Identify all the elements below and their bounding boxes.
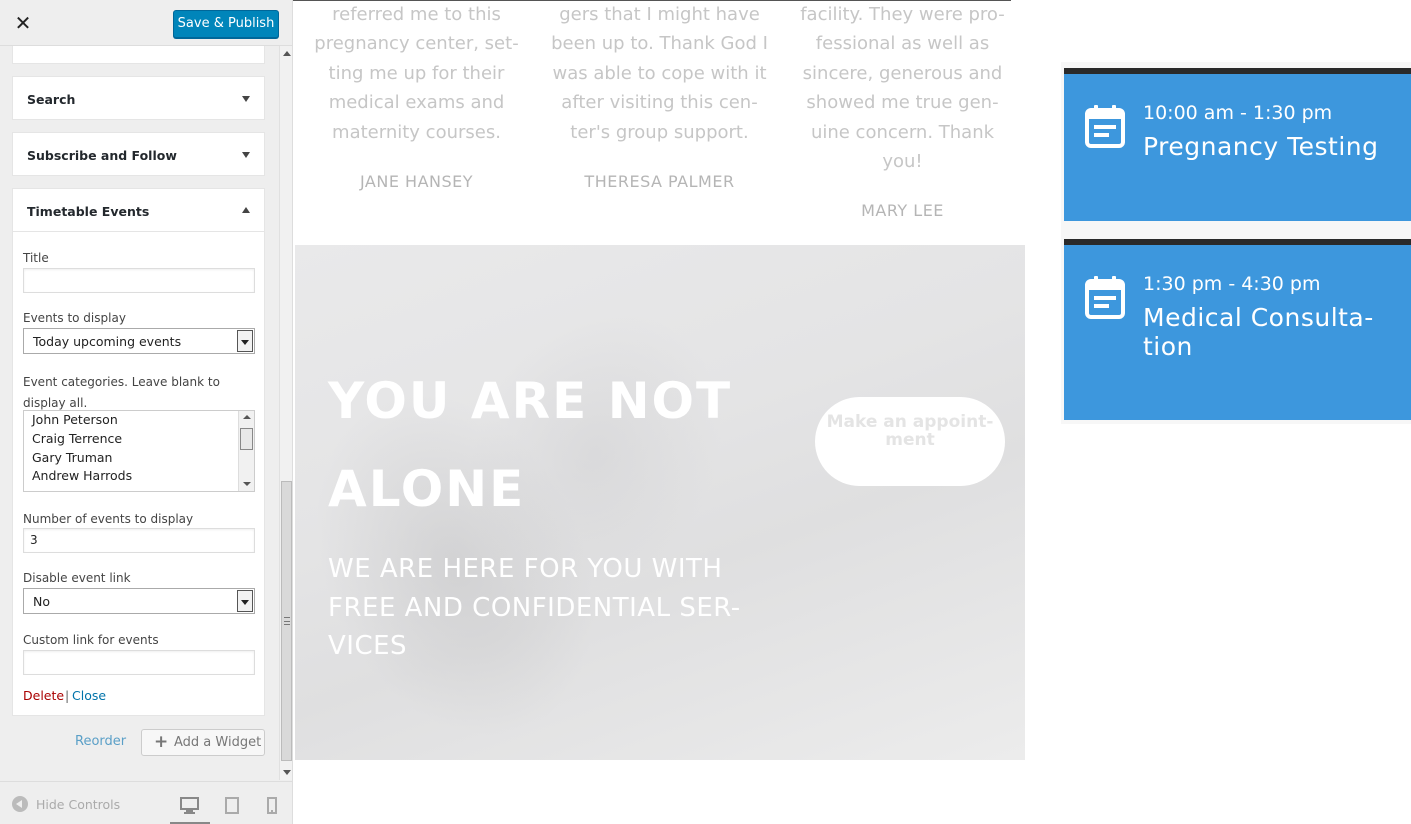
testimonial-author: MARY LEE [861, 201, 944, 220]
link-separator: | [65, 688, 70, 703]
event-card[interactable]: 10:00 am - 1:30 pm Pregnancy Testing [1064, 68, 1411, 221]
scroll-thumb[interactable] [240, 428, 253, 450]
event-categories-multiselect[interactable]: John Peterson Craig Terrence Gary Truman… [23, 410, 255, 492]
category-option[interactable]: John Peterson [24, 411, 254, 430]
event-title[interactable]: Medical Consulta-tion [1143, 303, 1383, 361]
hide-controls-button[interactable]: Hide Controls [12, 796, 120, 812]
number-of-events-label: Number of events to display [23, 512, 194, 526]
widgets-panel[interactable]: Search Subscribe and Follow Timetable Ev… [0, 46, 280, 781]
reorder-link[interactable]: Reorder [75, 734, 126, 749]
dropdown-arrow-icon[interactable] [237, 330, 253, 352]
events-to-display-select[interactable]: Today upcoming events [23, 328, 255, 354]
calendar-icon [1085, 276, 1125, 319]
select-value: No [33, 594, 50, 609]
widget-timetable-events: Timetable Events Title Events to display… [12, 188, 265, 716]
testimonial-author: JANE HANSEY [359, 172, 474, 191]
close-widget-link[interactable]: Close [72, 688, 106, 703]
select-value: Today upcoming events [33, 334, 182, 349]
widget-previous-collapsed[interactable] [12, 46, 265, 64]
scroll-up-icon[interactable] [243, 415, 251, 419]
add-widget-button[interactable]: + Add a Widget [141, 729, 265, 756]
site-preview: referred me to this pregnancy center, se… [293, 0, 1411, 824]
collapse-icon [12, 796, 28, 812]
category-option[interactable]: Gary Truman [24, 449, 254, 468]
add-widget-label: Add a Widget [174, 735, 262, 750]
title-label: Title [23, 251, 49, 265]
event-card[interactable]: 1:30 pm - 4:30 pm Medical Consulta-tion [1064, 239, 1411, 420]
categories-scrollbar[interactable] [238, 411, 254, 491]
widget-title: Search [27, 92, 76, 107]
number-of-events-input[interactable]: 3 [23, 528, 255, 553]
chevron-down-icon[interactable] [242, 152, 250, 158]
testimonial-text: referred me to this pregnancy center, se… [314, 4, 519, 143]
disable-event-link-select[interactable]: No [23, 588, 255, 614]
widget-header[interactable]: Timetable Events [13, 189, 264, 232]
sidebar-scrollbar[interactable] [279, 46, 292, 780]
widget-title: Subscribe and Follow [27, 148, 177, 163]
testimonial-author: THERESA PALMER [584, 172, 735, 191]
category-option[interactable]: Andrew Harrods [24, 467, 254, 486]
events-to-display-label: Events to display [23, 311, 126, 325]
delete-widget-link[interactable]: Delete [23, 688, 64, 703]
scroll-thumb[interactable] [281, 481, 292, 761]
close-customizer-button[interactable]: ✕ [10, 10, 36, 36]
scroll-down-icon[interactable] [283, 770, 291, 775]
make-appointment-button[interactable]: Make an appoint-ment [815, 397, 1005, 486]
hero-banner: YOU ARE NOT ALONE WE ARE HERE FOR YOU WI… [295, 245, 1025, 760]
event-title[interactable]: Pregnancy Testing [1143, 132, 1383, 161]
desktop-icon[interactable] [180, 794, 200, 818]
widget-search[interactable]: Search [12, 76, 265, 120]
tablet-icon[interactable] [224, 794, 240, 818]
save-publish-button[interactable]: Save & Publish [173, 10, 279, 38]
custom-link-label: Custom link for events [23, 633, 159, 647]
disable-event-link-label: Disable event link [23, 571, 131, 585]
plus-icon: + [154, 732, 169, 752]
scroll-up-icon[interactable] [283, 51, 291, 56]
chevron-down-icon[interactable] [242, 96, 250, 102]
event-categories-label: Event categories. Leave blank to display… [23, 375, 220, 410]
widget-title: Timetable Events [27, 204, 150, 219]
calendar-icon [1085, 105, 1125, 148]
dropdown-arrow-icon[interactable] [237, 590, 253, 612]
event-time: 10:00 am - 1:30 pm [1143, 102, 1333, 124]
hero-subtitle: WE ARE HERE FOR YOU WITH FREE AND CONFID… [328, 554, 741, 661]
widget-subscribe-follow[interactable]: Subscribe and Follow [12, 132, 265, 176]
hide-controls-label: Hide Controls [36, 797, 121, 812]
event-time: 1:30 pm - 4:30 pm [1143, 273, 1321, 295]
timetable-events-widget: 10:00 am - 1:30 pm Pregnancy Testing 1:3… [1061, 62, 1411, 424]
chevron-up-icon[interactable] [242, 207, 250, 213]
customizer-header: ✕ Save & Publish [0, 0, 292, 46]
title-input[interactable] [23, 268, 255, 293]
hero-title: YOU ARE NOT ALONE [328, 372, 733, 518]
customizer-sidebar: ✕ Save & Publish Search Subscribe and Fo… [0, 0, 293, 824]
scroll-down-icon[interactable] [243, 482, 251, 486]
mobile-icon[interactable] [266, 794, 278, 818]
testimonial-text: facility. They were pro-fessional as wel… [800, 4, 1005, 173]
custom-link-input[interactable] [23, 650, 255, 675]
customizer-footer: Hide Controls [0, 781, 292, 824]
category-option[interactable]: Craig Terrence [24, 430, 254, 449]
grip-icon [284, 617, 290, 625]
testimonial-text: gers that I might have been up to. Thank… [551, 4, 768, 143]
